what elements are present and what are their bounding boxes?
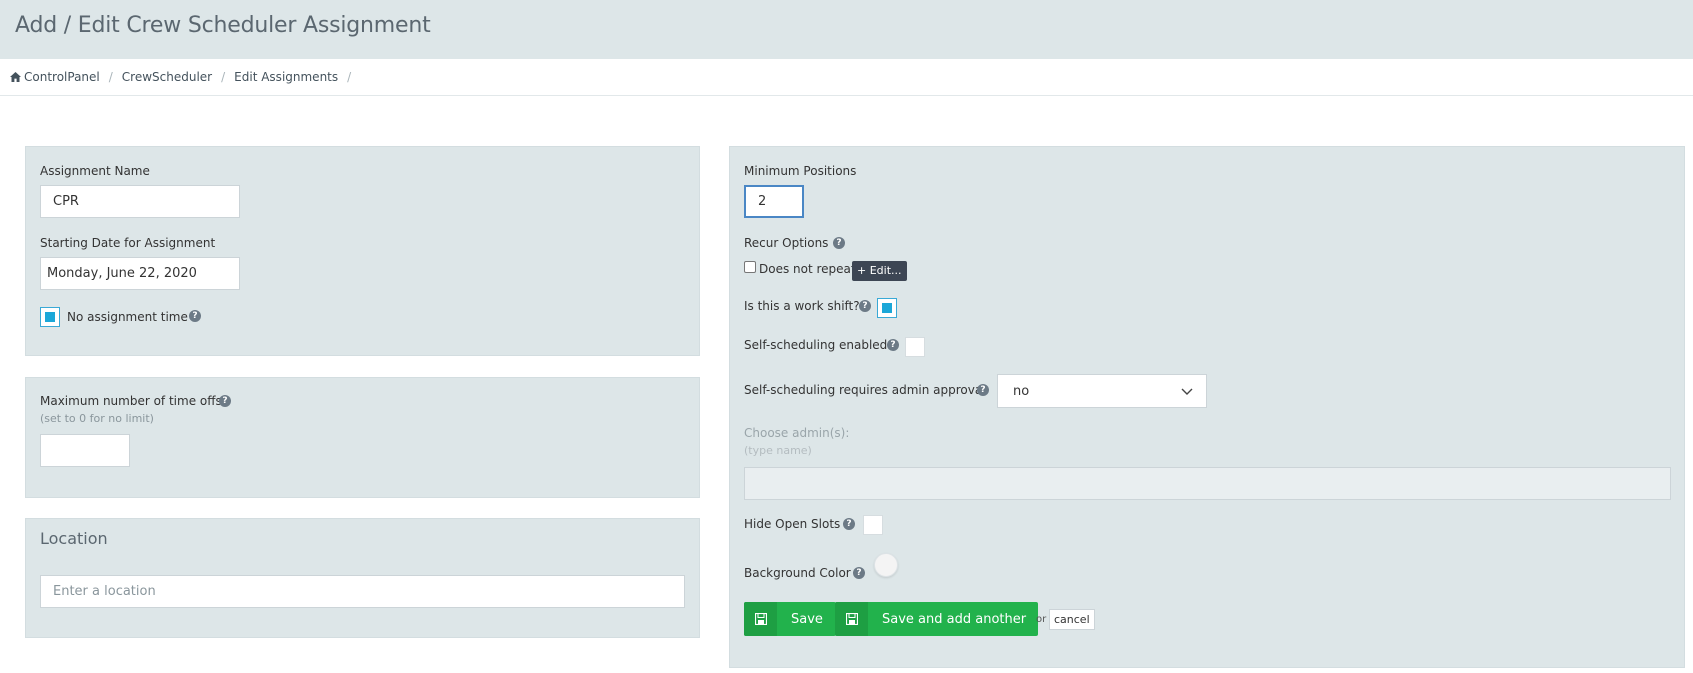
max-timeoffs-input[interactable]: [40, 434, 130, 467]
no-assignment-time-label: No assignment time: [67, 310, 188, 324]
assignment-details-panel: Assignment Name CPR Starting Date for As…: [25, 146, 700, 356]
assignment-name-input[interactable]: CPR: [40, 185, 240, 218]
recur-options-label: Recur Options: [744, 236, 829, 250]
admin-approval-label: Self-scheduling requires admin approval: [744, 383, 986, 397]
starting-date-label: Starting Date for Assignment: [40, 236, 216, 250]
page-header: Add / Edit Crew Scheduler Assignment: [0, 0, 1693, 59]
save-button-label: Save: [791, 611, 823, 627]
time-offs-panel: Maximum number of time offs ? (set to 0 …: [25, 377, 700, 498]
breadcrumb-separator: /: [347, 70, 352, 84]
choose-admins-input[interactable]: [744, 467, 1671, 500]
chevron-down-icon: [1181, 388, 1193, 395]
min-positions-label: Minimum Positions: [744, 164, 857, 178]
hide-open-slots-label: Hide Open Slots: [744, 517, 841, 531]
breadcrumb-separator: /: [221, 70, 226, 84]
does-not-repeat-label: Does not repeat: [759, 262, 856, 276]
breadcrumb-separator: /: [108, 70, 113, 84]
starting-date-input[interactable]: Monday, June 22, 2020: [40, 257, 240, 290]
assignment-name-label: Assignment Name: [40, 164, 150, 178]
location-title: Location: [40, 529, 108, 548]
location-panel: Location Enter a location: [25, 518, 700, 638]
help-icon[interactable]: ?: [887, 339, 899, 351]
page-title: Add / Edit Crew Scheduler Assignment: [15, 13, 431, 38]
recur-edit-button[interactable]: + Edit...: [852, 261, 907, 281]
admin-approval-select[interactable]: no: [997, 374, 1207, 408]
breadcrumb-edit-assignments[interactable]: Edit Assignments: [234, 70, 338, 84]
assignment-options-panel: Minimum Positions 2 Recur Options ? Does…: [729, 146, 1685, 668]
help-icon[interactable]: ?: [843, 518, 855, 530]
location-input[interactable]: Enter a location: [40, 575, 685, 608]
help-icon[interactable]: ?: [219, 395, 231, 407]
background-color-label: Background Color: [744, 566, 851, 580]
hide-open-slots-checkbox[interactable]: [863, 515, 883, 535]
cancel-button[interactable]: cancel: [1049, 609, 1095, 630]
or-text: or: [1036, 614, 1047, 625]
help-icon[interactable]: ?: [853, 567, 865, 579]
max-timeoffs-hint: (set to 0 for no limit): [40, 412, 154, 425]
min-positions-input[interactable]: 2: [744, 185, 804, 218]
admin-approval-value: no: [1013, 383, 1030, 399]
self-scheduling-label: Self-scheduling enabled: [744, 338, 888, 352]
does-not-repeat-checkbox[interactable]: [744, 261, 756, 273]
no-assignment-time-checkbox[interactable]: [40, 307, 60, 327]
floppy-disk-icon: [744, 602, 777, 636]
self-scheduling-checkbox[interactable]: [905, 337, 925, 357]
floppy-disk-icon: [835, 602, 868, 636]
breadcrumb-label: ControlPanel: [24, 70, 100, 84]
choose-admins-label: Choose admin(s):: [744, 426, 850, 440]
help-icon[interactable]: ?: [189, 310, 201, 322]
breadcrumb-crewscheduler[interactable]: CrewScheduler: [122, 70, 212, 84]
breadcrumb-controlpanel[interactable]: ControlPanel: [10, 70, 100, 84]
work-shift-checkbox[interactable]: [877, 298, 897, 318]
save-button[interactable]: Save: [744, 602, 836, 636]
save-add-another-label: Save and add another: [882, 611, 1027, 627]
max-timeoffs-label: Maximum number of time offs: [40, 394, 222, 408]
help-icon[interactable]: ?: [977, 384, 989, 396]
breadcrumb: ControlPanel / CrewScheduler / Edit Assi…: [0, 59, 1693, 96]
save-add-another-button[interactable]: Save and add another: [835, 602, 1039, 636]
help-icon[interactable]: ?: [833, 237, 845, 249]
work-shift-label: Is this a work shift?: [744, 299, 860, 313]
background-color-picker[interactable]: [874, 553, 898, 577]
help-icon[interactable]: ?: [859, 300, 871, 312]
home-icon: [10, 72, 21, 82]
choose-admins-hint: (type name): [744, 444, 812, 457]
